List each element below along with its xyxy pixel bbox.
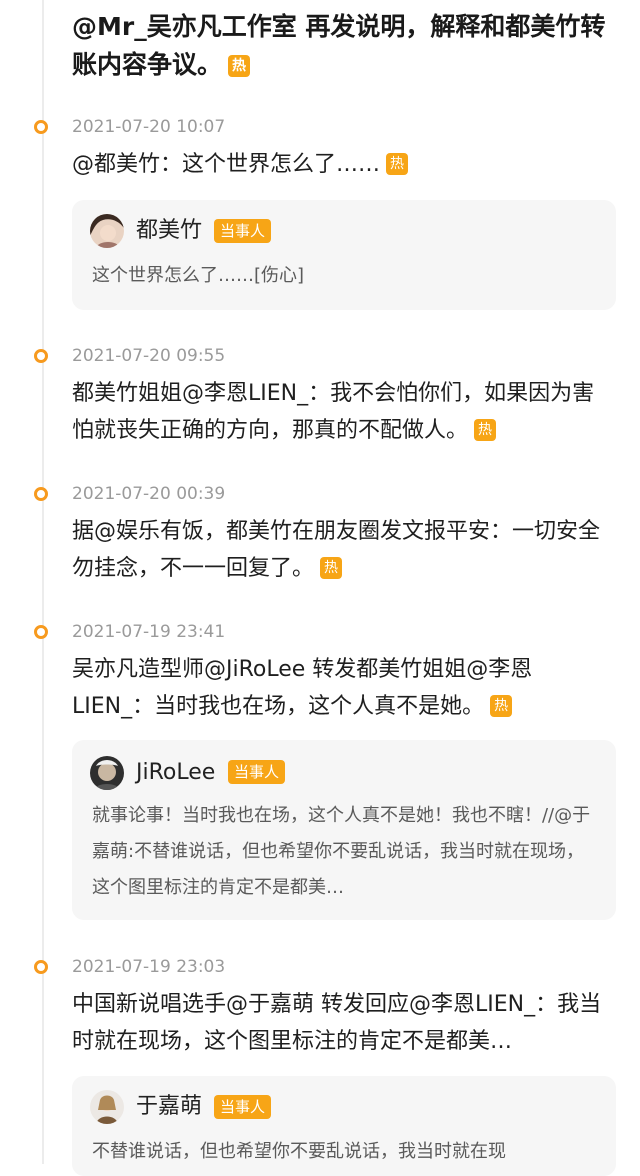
hot-badge: 热 (490, 695, 513, 717)
top-entry-text: @Mr_吴亦凡工作室 再发说明，解释和都美竹转账内容争议。 (72, 12, 606, 79)
quoted-post-card[interactable]: JiRoLee 当事人 就事论事！当时我也在场，这个人真不是她！我也不瞎！//@… (72, 740, 616, 920)
entry-time: 2021-07-19 23:41 (72, 622, 226, 642)
timeline-dot (34, 120, 48, 134)
entry-headline-text: 吴亦凡造型师@JiRoLee 转发都美竹姐姐@李恩LIEN_：当时我也在场，这个… (72, 657, 533, 719)
hot-badge: 热 (228, 55, 251, 77)
quoted-post-card[interactable]: 都美竹 当事人 这个世界怎么了……[伤心] (72, 200, 616, 310)
timeline-dot (34, 349, 48, 363)
party-badge: 当事人 (228, 760, 286, 784)
entry-headline-text: @都美竹：这个世界怎么了…… (72, 152, 381, 177)
entry-headline[interactable]: 据@娱乐有饭，都美竹在朋友圈发文报平安：一切安全 勿挂念，不一一回复了。热 (72, 513, 612, 587)
timeline-dot (34, 960, 48, 974)
quoted-text: 就事论事！当时我也在场，这个人真不是她！我也不瞎！//@于嘉萌:不替谁说话，但也… (92, 805, 591, 898)
timeline-line (42, 0, 44, 1164)
avatar[interactable] (90, 214, 124, 248)
entry-headline-text: 中国新说唱选手@于嘉萌 转发回应@李恩LIEN_：我当时就在现场，这个图里标注的… (72, 992, 602, 1054)
entry-headline[interactable]: 都美竹姐姐@李恩LIEN_：我不会怕你们，如果因为害怕就丧失正确的方向，那真的不… (72, 375, 612, 449)
entry-headline[interactable]: 吴亦凡造型师@JiRoLee 转发都美竹姐姐@李恩LIEN_：当时我也在场，这个… (72, 651, 612, 725)
hot-badge: 热 (474, 419, 497, 441)
party-badge: 当事人 (214, 1095, 272, 1119)
hot-badge: 热 (320, 557, 343, 579)
hot-badge: 热 (386, 153, 409, 175)
username[interactable]: 于嘉萌 (136, 1092, 202, 1122)
avatar[interactable] (90, 756, 124, 790)
entry-time: 2021-07-20 09:55 (72, 346, 226, 366)
entry-time: 2021-07-20 10:07 (72, 117, 226, 137)
top-entry-title[interactable]: @Mr_吴亦凡工作室 再发说明，解释和都美竹转账内容争议。热 (72, 8, 620, 84)
quoted-text: 这个世界怎么了……[伤心] (92, 265, 305, 286)
entry-headline-text: 都美竹姐姐@李恩LIEN_：我不会怕你们，如果因为害怕就丧失正确的方向，那真的不… (72, 381, 595, 443)
username[interactable]: JiRoLee (136, 758, 215, 788)
entry-headline[interactable]: 中国新说唱选手@于嘉萌 转发回应@李恩LIEN_：我当时就在现场，这个图里标注的… (72, 986, 612, 1060)
avatar[interactable] (90, 1090, 124, 1124)
entry-time: 2021-07-19 23:03 (72, 957, 226, 977)
entry-headline[interactable]: @都美竹：这个世界怎么了…… 热 (72, 146, 612, 183)
entry-time: 2021-07-20 00:39 (72, 484, 226, 504)
timeline-dot (34, 487, 48, 501)
party-badge: 当事人 (214, 219, 272, 243)
quoted-post-card[interactable]: 于嘉萌 当事人 不替谁说话，但也希望你不要乱说话，我当时就在现 (72, 1076, 616, 1176)
username[interactable]: 都美竹 (136, 216, 202, 246)
timeline-dot (34, 625, 48, 639)
quoted-text: 不替谁说话，但也希望你不要乱说话，我当时就在现 (92, 1141, 506, 1162)
